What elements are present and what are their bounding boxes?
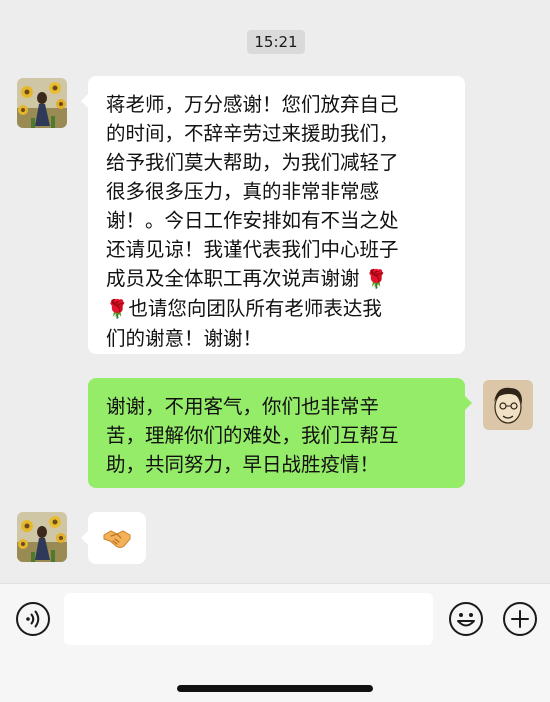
message-input[interactable] [64, 593, 433, 645]
handshake-icon [103, 530, 131, 548]
input-bar [0, 583, 550, 702]
emoji-icon[interactable] [448, 601, 484, 637]
avatar-sunflower-image [17, 512, 67, 562]
avatar-sketch-portrait-image [483, 380, 533, 430]
chat-area[interactable]: 15:21 蒋老师，万分感谢！您们放弃自己 的时间，不辞辛劳过来援助我们， 给予… [0, 0, 550, 583]
avatar-sender[interactable] [17, 78, 67, 128]
plus-icon[interactable] [502, 601, 538, 637]
message-bubble-incoming-emoji[interactable] [88, 512, 146, 564]
avatar-self[interactable] [483, 380, 533, 430]
bubble-tail [81, 531, 88, 545]
bubble-tail [81, 94, 88, 108]
message-line: 给予我们莫大帮助，为我们减轻了 [106, 151, 399, 174]
message-line: 🌹也请您向团队所有老师表达我 [106, 297, 382, 320]
home-indicator[interactable] [177, 685, 373, 692]
bubble-tail [465, 396, 472, 410]
avatar-sunflower-image [17, 78, 67, 128]
message-line: 谢谢，不用客气，你们也非常辛 [106, 395, 380, 418]
message-line: 的时间，不辞辛劳过来援助我们， [106, 122, 399, 145]
message-line: 很多很多压力，真的非常非常感 [106, 180, 380, 203]
rose-emoji-icon: 🌹 [359, 269, 388, 290]
avatar-sender[interactable] [17, 512, 67, 562]
message-line: 还请见谅！我谨代表我们中心班子 [106, 238, 399, 261]
message-bubble-outgoing[interactable]: 谢谢，不用客气，你们也非常辛 苦，理解你们的难处，我们互帮互 助，共同努力，早日… [88, 378, 465, 488]
message-line: 成员及全体职工再次说声谢谢 🌹 [106, 267, 388, 290]
message-line: 苦，理解你们的难处，我们互帮互 [106, 424, 399, 447]
message-line: 蒋老师，万分感谢！您们放弃自己 [106, 93, 399, 116]
voice-icon[interactable] [15, 601, 51, 637]
rose-emoji-icon: 🌹 [106, 299, 129, 320]
message-line: 们的谢意！谢谢！ [106, 327, 263, 350]
message-line: 助，共同努力，早日战胜疫情！ [106, 453, 380, 476]
message-bubble-incoming[interactable]: 蒋老师，万分感谢！您们放弃自己 的时间，不辞辛劳过来援助我们， 给予我们莫大帮助… [88, 76, 465, 354]
message-line: 谢！。今日工作安排如有不当之处 [106, 209, 399, 232]
timestamp: 15:21 [247, 30, 305, 54]
